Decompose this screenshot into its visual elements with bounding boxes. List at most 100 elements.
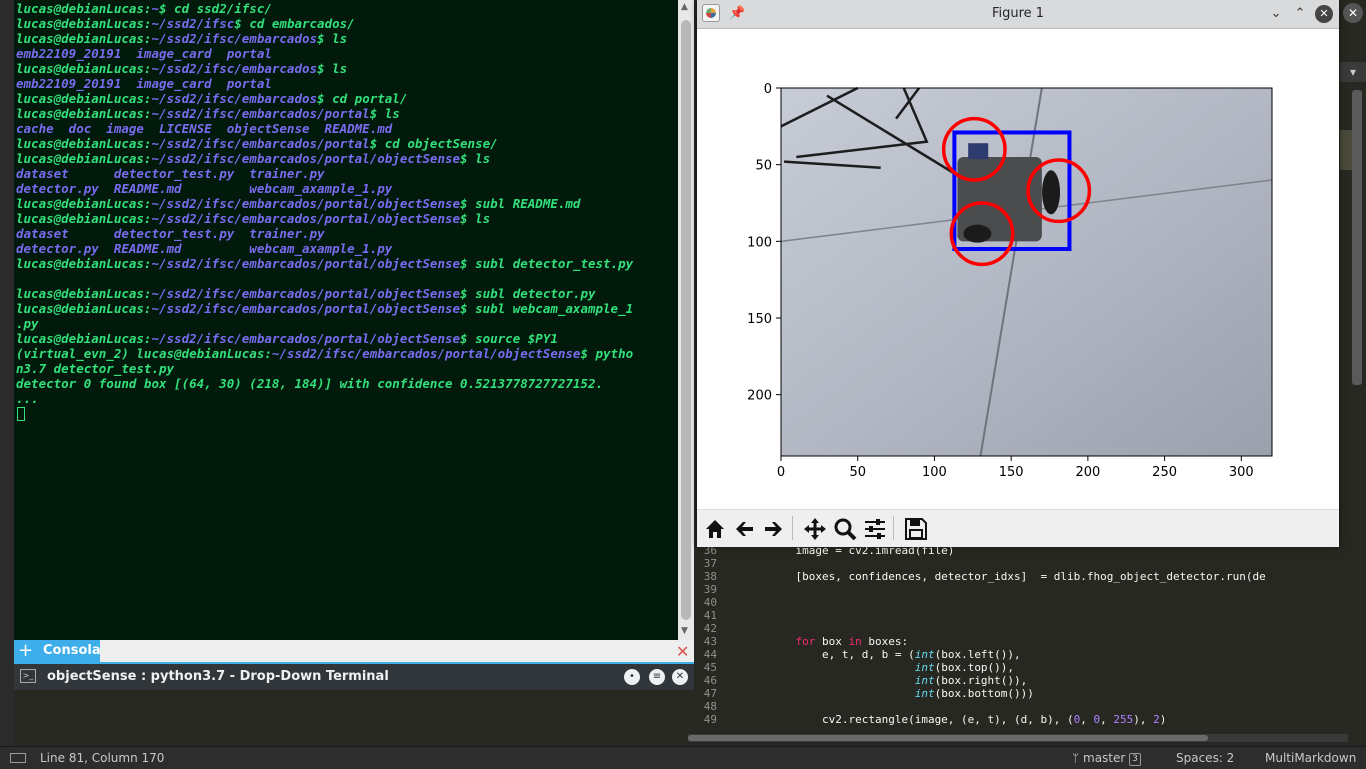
matplotlib-icon — [702, 4, 720, 22]
line-number: 46 — [703, 674, 717, 687]
code-line[interactable]: 40 — [697, 596, 1347, 609]
code-line[interactable]: 43 for box in boxes: — [697, 635, 1347, 648]
y-tick-label: 100 — [747, 235, 772, 250]
editor-vertical-scrollbar[interactable] — [1352, 90, 1362, 385]
minimize-icon[interactable]: ⌄ — [1267, 5, 1285, 23]
line-number: 40 — [703, 596, 717, 609]
prompt-path: ~/ssd2/ifsc/embarcados/portal/objectSens… — [151, 331, 461, 346]
panel-toggle-icon[interactable] — [10, 753, 26, 763]
y-tick-label: 150 — [747, 312, 772, 327]
x-tick-label: 300 — [1229, 465, 1254, 480]
prompt-path: ~/ssd2/ifsc/embarcados — [151, 31, 318, 46]
code-line[interactable]: 49 cv2.rectangle(image, (e, t), (d, b), … — [697, 713, 1347, 726]
line-number: 43 — [703, 635, 717, 648]
drop-down-terminal: lucas@debianLucas:~$ cd ssd2/ifsc/lucas@… — [14, 0, 694, 690]
close-tab-icon[interactable]: ✕ — [676, 642, 689, 661]
code-line[interactable]: 41 — [697, 609, 1347, 622]
code-text: int(box.right()), — [914, 674, 1028, 687]
code-line[interactable]: 47 int(box.bottom())) — [697, 687, 1347, 700]
floor-background — [781, 88, 1272, 456]
maximize-icon[interactable]: ⌃ — [1291, 5, 1309, 23]
terminal-title: objectSense : python3.7 - Drop-Down Term… — [47, 669, 389, 684]
x-tick-label: 250 — [1152, 465, 1177, 480]
terminal-line: ... — [16, 391, 39, 406]
tab-label: Consola — [43, 643, 101, 658]
code-line[interactable]: 39 — [697, 583, 1347, 596]
command-text: $ ls — [369, 106, 400, 121]
tab-consola[interactable]: + Consola — [14, 640, 101, 662]
editor-horizontal-scrollbar[interactable] — [688, 734, 1348, 742]
code-line[interactable]: 46 int(box.right()), — [697, 674, 1347, 687]
prompt-user: lucas@debianLucas: — [16, 331, 152, 346]
code-line[interactable]: 45 int(box.top()), — [697, 661, 1347, 674]
menu-icon[interactable]: ≡ — [649, 669, 665, 685]
configure-subplots-icon[interactable] — [862, 516, 888, 542]
scroll-down-icon[interactable]: ▼ — [681, 626, 688, 636]
minimap-viewport[interactable] — [1340, 130, 1352, 170]
prompt-path: ~/ssd2/ifsc/embarcados/portal — [151, 106, 370, 121]
y-tick-label: 200 — [747, 389, 772, 404]
branch-badge: 3 — [1129, 753, 1141, 766]
code-line[interactable]: 48 — [697, 700, 1347, 713]
line-number: 45 — [703, 661, 717, 674]
code-line[interactable]: 37 — [697, 557, 1347, 570]
code-view[interactable]: 36 image = cv2.imread(file) 37 38 [boxes, … — [697, 543, 1347, 733]
terminal-line: (virtual_evn_2) lucas@debianLucas:~/ssd2… — [16, 346, 676, 361]
pan-icon[interactable] — [802, 516, 828, 542]
figure-canvas[interactable]: 0 50 100 150 200 250 300 0 50 100 150 200 — [697, 29, 1339, 509]
code-line[interactable]: 42 — [697, 622, 1347, 635]
pin-icon[interactable]: 📌 — [729, 0, 745, 28]
prompt-path: ~/ssd2/ifsc/embarcados/portal/objectSens… — [151, 286, 461, 301]
prompt-path: ~/ssd2/ifsc/embarcados/portal/objectSens… — [151, 196, 461, 211]
command-text: $ pytho — [580, 346, 634, 361]
command-text: $ source $PY1 — [460, 331, 558, 346]
terminal-titlebar: >_ objectSense : python3.7 - Drop-Down T… — [14, 664, 694, 690]
tab-overflow-icon[interactable]: ▾ — [1340, 62, 1366, 82]
command-text: $ subl detector_test.py — [460, 256, 634, 271]
code-text: e, t, d, b = (int(box.left()), — [769, 648, 1021, 661]
prompt-path: ~/ssd2/ifsc/embarcados/portal/objectSens… — [151, 211, 461, 226]
terminal-line: detector 0 found box [(64, 30) (218, 184… — [16, 376, 603, 391]
terminal-line: emb22109_20191 image_card portal — [16, 76, 272, 91]
add-tab-icon[interactable]: + — [18, 640, 33, 662]
pin-icon[interactable]: • — [624, 669, 640, 685]
forward-arrow-icon[interactable] — [760, 516, 786, 542]
line-number: 42 — [703, 622, 717, 635]
terminal-line: lucas@debianLucas:~/ssd2/ifsc/embarcados… — [16, 211, 676, 226]
command-text: $ ls — [460, 211, 491, 226]
terminal-scroll-thumb[interactable] — [681, 20, 691, 620]
home-icon[interactable] — [702, 516, 728, 542]
prompt-path: ~/ssd2/ifsc/embarcados/portal — [151, 136, 370, 151]
code-text: int(box.bottom())) — [914, 687, 1034, 700]
editor-hscroll-thumb[interactable] — [688, 735, 1208, 741]
prompt-user: lucas@debianLucas: — [16, 151, 152, 166]
git-branch[interactable]: ᛘ master 3 — [1072, 747, 1141, 769]
close-icon[interactable]: ✕ — [672, 669, 688, 685]
terminal-output[interactable]: lucas@debianLucas:~$ cd ssd2/ifsc/lucas@… — [14, 0, 678, 640]
close-icon[interactable]: ✕ — [1343, 3, 1363, 23]
syntax-selector[interactable]: MultiMarkdown — [1265, 747, 1356, 769]
scroll-up-icon[interactable]: ▲ — [681, 2, 688, 12]
terminal-line: lucas@debianLucas:~/ssd2/ifsc/embarcados… — [16, 136, 676, 151]
terminal-line: lucas@debianLucas:~/ssd2/ifsc/embarcados… — [16, 331, 676, 346]
command-text: $ cd objectSense/ — [369, 136, 498, 151]
line-number: 38 — [703, 570, 717, 583]
prompt-user: lucas@debianLucas: — [16, 286, 152, 301]
prompt-user: lucas@debianLucas: — [16, 61, 152, 76]
plot-svg[interactable]: 0 50 100 150 200 250 300 0 50 100 150 200 — [697, 29, 1339, 509]
code-line[interactable]: 38 [boxes, confidences, detector_idxs] =… — [697, 570, 1347, 583]
terminal-scrollbar[interactable]: ▲ ▼ — [678, 0, 694, 640]
back-arrow-icon[interactable] — [732, 516, 758, 542]
indentation-setting[interactable]: Spaces: 2 — [1176, 747, 1234, 769]
code-line[interactable]: 44 e, t, d, b = (int(box.left()), — [697, 648, 1347, 661]
prompt-path: ~/ssd2/ifsc/embarcados/portal/objectSens… — [151, 301, 461, 316]
terminal-line: detector.py README.md webcam_axample_1.p… — [16, 241, 393, 256]
cursor-position[interactable]: Line 81, Column 170 — [40, 747, 164, 769]
terminal-line: detector.py README.md webcam_axample_1.p… — [16, 181, 393, 196]
close-icon[interactable]: ✕ — [1315, 5, 1333, 23]
prompt-path: ~ — [151, 1, 159, 16]
terminal-cursor — [17, 407, 25, 421]
line-number: 39 — [703, 583, 717, 596]
save-icon[interactable] — [903, 516, 929, 542]
zoom-icon[interactable] — [832, 516, 858, 542]
